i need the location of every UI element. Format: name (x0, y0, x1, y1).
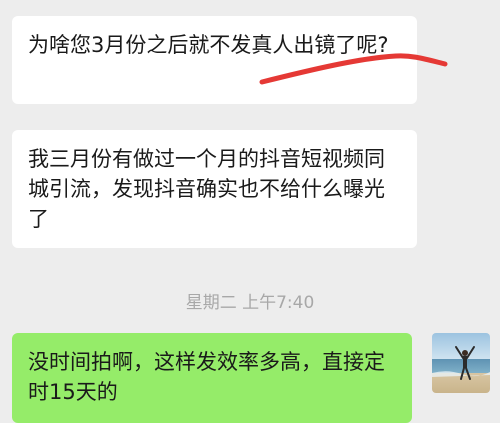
chat-view: 为啥您3月份之后就不发真人出镜了呢? 我三月份有做过一个月的抖音短视频同城引流，… (0, 0, 500, 423)
beach-person-avatar-icon[interactable] (432, 333, 490, 393)
incoming-message-bubble[interactable]: 我三月份有做过一个月的抖音短视频同城引流，发现抖音确实也不给什么曝光了 (12, 130, 417, 248)
incoming-message-bubble[interactable]: 为啥您3月份之后就不发真人出镜了呢? (12, 16, 417, 104)
outgoing-message-bubble[interactable]: 没时间拍啊，这样发效率多高，直接定时15天的 (12, 333, 412, 423)
message-text: 为啥您3月份之后就不发真人出镜了呢? (28, 33, 389, 57)
message-text: 没时间拍啊，这样发效率多高，直接定时15天的 (28, 350, 385, 404)
message-timestamp: 星期二 上午7:40 (185, 293, 315, 313)
message-text: 我三月份有做过一个月的抖音短视频同城引流，发现抖音确实也不给什么曝光了 (28, 147, 385, 231)
